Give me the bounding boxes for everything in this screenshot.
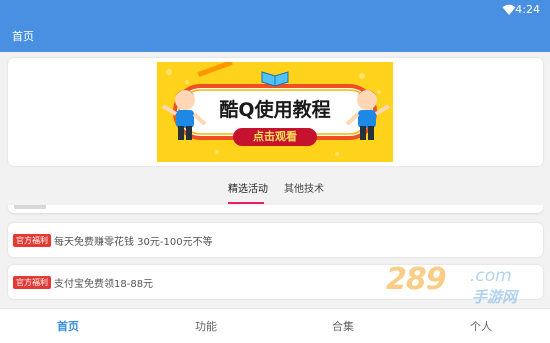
list-item-text: 支付宝免费领18-88元 bbox=[54, 279, 154, 290]
tab-bar: 精选活动 其他技术 bbox=[0, 172, 550, 202]
official-benefit-badge: 官方福利 bbox=[13, 234, 51, 247]
app-bar: 首页 bbox=[0, 20, 550, 52]
nav-features[interactable]: 功能 bbox=[195, 318, 217, 334]
page-title: 首页 bbox=[12, 30, 34, 43]
bottom-nav: 首页 功能 合集 个人 bbox=[0, 308, 550, 343]
status-bar: 4:24 bbox=[0, 0, 550, 20]
banner-title: 酷Q使用教程 bbox=[219, 99, 331, 121]
tab-featured-activities[interactable]: 精选活动 bbox=[228, 180, 268, 195]
badge-partial bbox=[14, 205, 46, 209]
nav-profile[interactable]: 个人 bbox=[470, 318, 492, 334]
watermark-domain: .com bbox=[470, 266, 512, 286]
nav-home[interactable]: 首页 bbox=[57, 318, 79, 334]
watermark-brand: 289 bbox=[386, 262, 447, 297]
site-watermark: 289 .com 手游网 bbox=[386, 262, 536, 312]
watch-now-button[interactable]: 点击观看 bbox=[233, 128, 317, 146]
tab-other-techniques[interactable]: 其他技术 bbox=[284, 180, 324, 195]
wifi-icon bbox=[502, 4, 516, 15]
tutorial-banner[interactable]: 酷Q使用教程 点击观看 bbox=[157, 62, 393, 162]
status-time: 4:24 bbox=[515, 3, 540, 16]
list-item-text: 每天免费赚零花钱 30元-100元不等 bbox=[54, 237, 213, 248]
nav-collections[interactable]: 合集 bbox=[332, 318, 354, 334]
list-item-partial[interactable] bbox=[8, 205, 543, 213]
tab-indicator bbox=[228, 202, 264, 204]
official-benefit-badge: 官方福利 bbox=[13, 276, 51, 289]
watermark-subtitle: 手游网 bbox=[472, 288, 518, 306]
list-item[interactable]: 官方福利 每天免费赚零花钱 30元-100元不等 bbox=[8, 223, 543, 257]
